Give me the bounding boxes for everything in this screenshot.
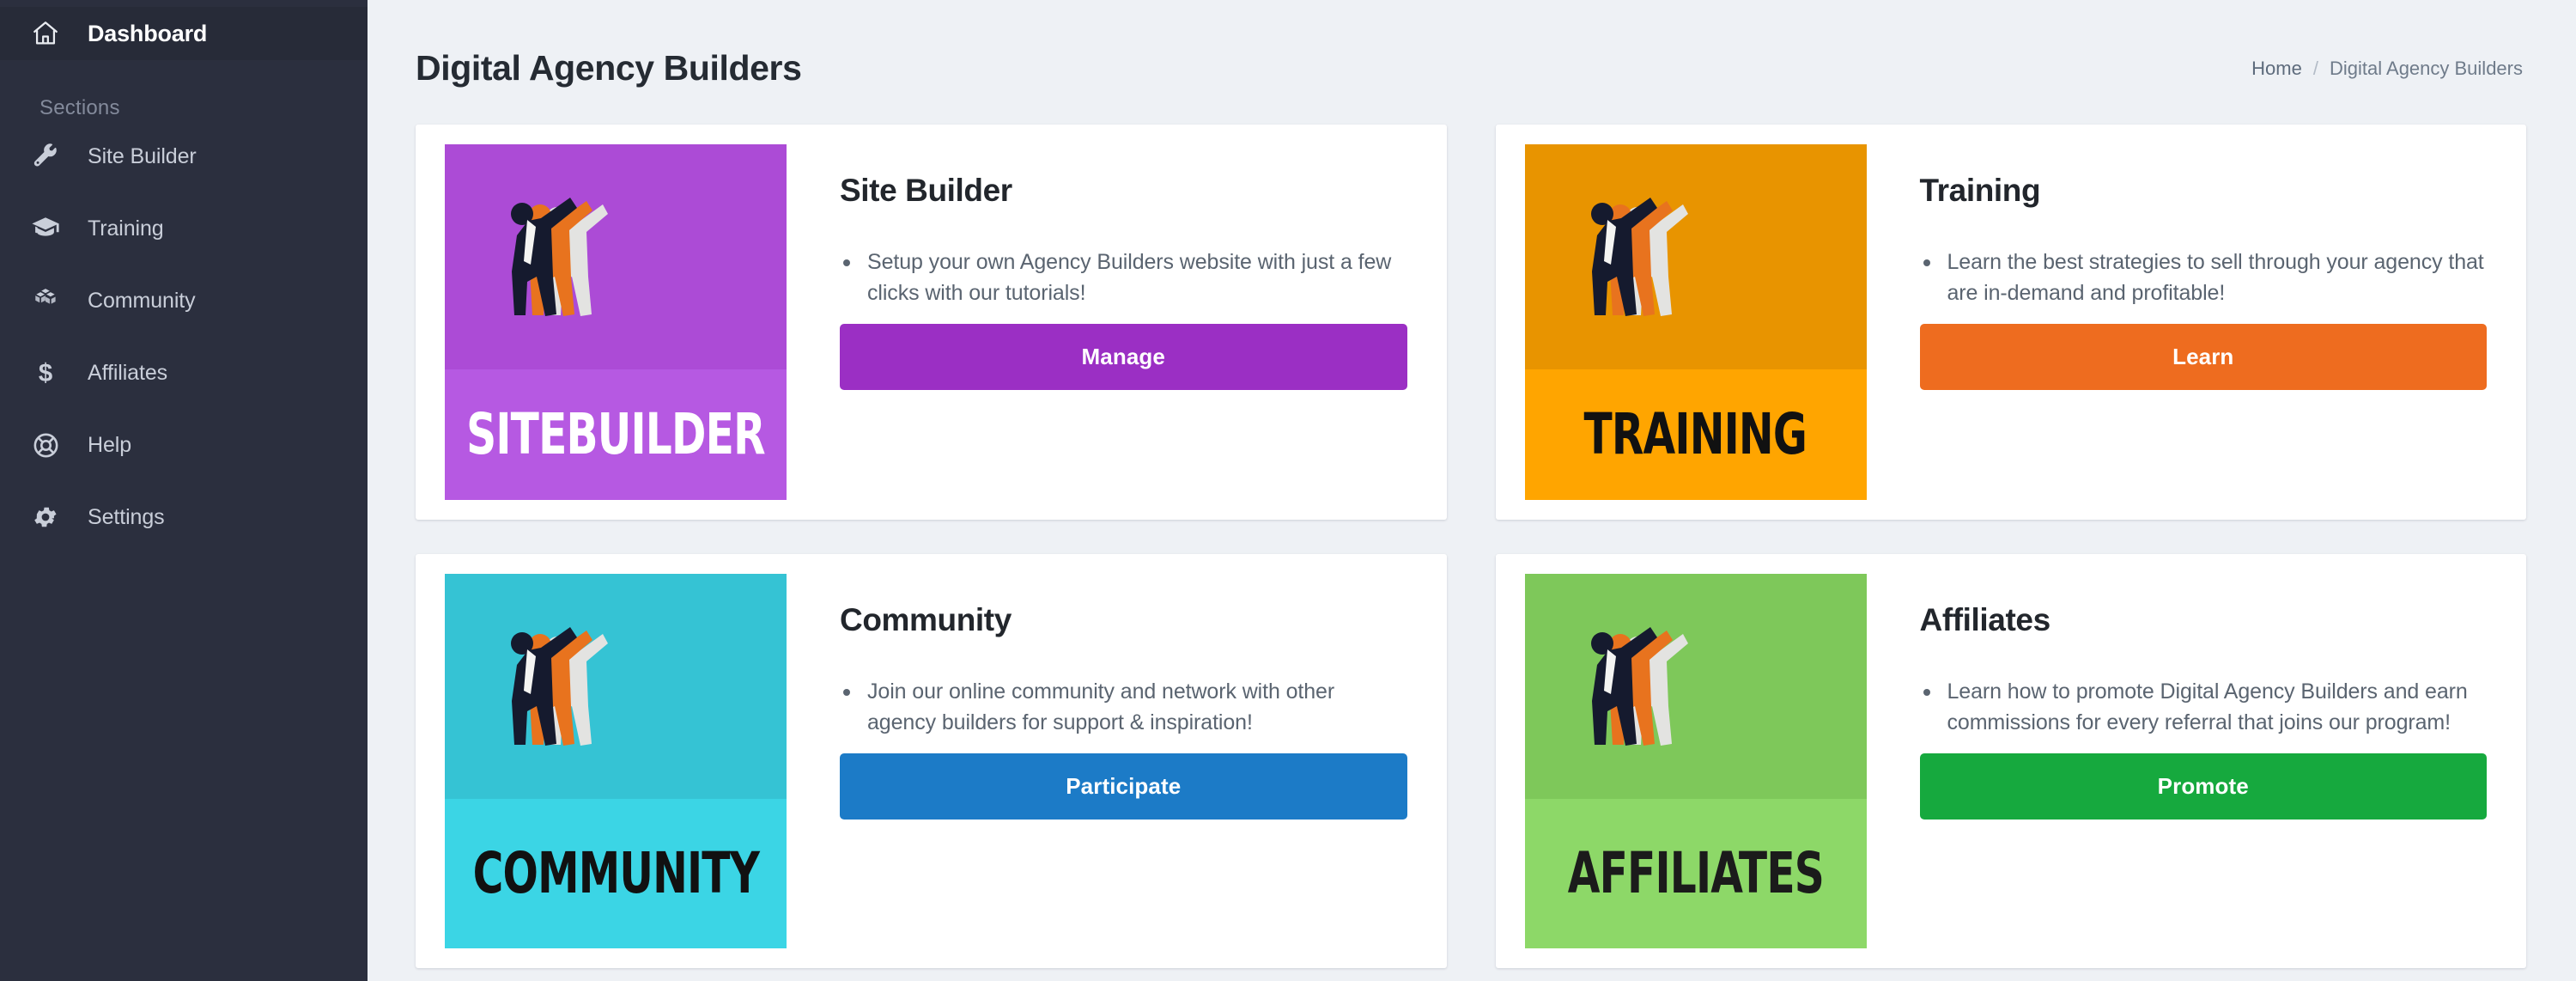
promo-image: SITEBUILDER xyxy=(445,144,787,500)
promo-image: AFFILIATES xyxy=(1524,574,1867,948)
card-bullet-list: Join our online community and network wi… xyxy=(840,676,1407,738)
sidebar-item-help-label: Help xyxy=(88,432,132,457)
card-body: Community Join our online community and … xyxy=(787,574,1447,828)
dollar-sign-icon: $ xyxy=(27,355,64,391)
card-title-affiliates: Affiliates xyxy=(1919,602,2051,637)
sidebar-item-affiliates-label: Affiliates xyxy=(88,360,168,385)
promo-image-top xyxy=(445,144,787,369)
promo-image-top xyxy=(1524,144,1867,369)
dab-logo xyxy=(1590,627,1688,746)
card-bullet-community: Join our online community and network wi… xyxy=(840,676,1407,738)
gear-icon xyxy=(27,499,64,535)
card-title-site-builder: Site Builder xyxy=(840,173,1012,208)
home-icon xyxy=(27,15,64,52)
card-bullet-training: Learn the best strategies to sell throug… xyxy=(1920,247,2488,308)
breadcrumb-home[interactable]: Home xyxy=(2251,58,2302,80)
card-bullet-site-builder: Setup your own Agency Builders website w… xyxy=(840,247,1407,308)
sidebar-item-settings-label: Settings xyxy=(88,504,165,529)
promo-image: COMMUNITY xyxy=(445,574,787,948)
card-title-training: Training xyxy=(1919,173,2041,208)
sidebar-section-title: Sections xyxy=(39,96,120,119)
promo-image-top xyxy=(445,574,787,799)
sidebar: Dashboard Sections Site Builder Training xyxy=(0,0,368,981)
dab-logo xyxy=(511,198,608,316)
sidebar-item-dashboard-label: Dashboard xyxy=(88,20,208,46)
sidebar-item-community-label: Community xyxy=(88,288,196,313)
card-bullet-list: Learn the best strategies to sell throug… xyxy=(1920,247,2488,308)
breadcrumb: Home / Digital Agency Builders xyxy=(2251,58,2523,80)
promo-image-bottom: COMMUNITY xyxy=(445,799,787,948)
sidebar-item-training-label: Training xyxy=(88,216,164,241)
page-title: Digital Agency Builders xyxy=(416,48,802,88)
promo-word-affiliates: AFFILIATES xyxy=(1567,840,1824,906)
card-bullet-affiliates: Learn how to promote Digital Agency Buil… xyxy=(1920,676,2488,738)
sidebar-item-training[interactable]: Training xyxy=(0,192,368,265)
section-card-site-builder: SITEBUILDER Site Builder Setup your own … xyxy=(416,125,1447,520)
card-bullet-list: Learn how to promote Digital Agency Buil… xyxy=(1920,676,2488,738)
life-ring-icon xyxy=(27,427,64,463)
breadcrumb-current: Digital Agency Builders xyxy=(2329,57,2523,79)
promo-image-bottom: AFFILIATES xyxy=(1524,799,1867,948)
cta-button-training[interactable]: Learn xyxy=(1919,323,2487,390)
section-card-grid: SITEBUILDER Site Builder Setup your own … xyxy=(368,125,2576,968)
section-card-training: TRAINING Training Learn the best strateg… xyxy=(1495,125,2527,520)
cta-button-community[interactable]: Participate xyxy=(840,753,1407,820)
page-header: Digital Agency Builders Home / Digital A… xyxy=(368,0,2576,125)
dab-logo xyxy=(511,627,608,746)
sidebar-item-site-builder-label: Site Builder xyxy=(88,143,197,168)
card-body: Training Learn the best strategies to se… xyxy=(1867,144,2527,399)
sidebar-item-settings[interactable]: Settings xyxy=(0,481,368,553)
section-card-affiliates: AFFILIATES Affiliates Learn how to promo… xyxy=(1495,554,2527,968)
card-bullet-list: Setup your own Agency Builders website w… xyxy=(840,247,1407,308)
card-title-community: Community xyxy=(840,602,1012,637)
promo-image-bottom: SITEBUILDER xyxy=(445,369,787,500)
breadcrumb-separator: / xyxy=(2312,57,2318,79)
sidebar-item-help[interactable]: Help xyxy=(0,409,368,481)
graduation-cap-icon xyxy=(27,210,64,247)
sidebar-item-dashboard[interactable]: Dashboard xyxy=(0,7,368,60)
dab-logo xyxy=(1590,198,1688,316)
card-body: Site Builder Setup your own Agency Build… xyxy=(787,144,1447,399)
main-content: Digital Agency Builders Home / Digital A… xyxy=(368,0,2576,981)
wrench-icon xyxy=(27,138,64,174)
cta-button-affiliates[interactable]: Promote xyxy=(1919,753,2487,820)
promo-word-training: TRAINING xyxy=(1583,401,1807,467)
promo-word-site-builder: SITEBUILDER xyxy=(466,401,765,467)
promo-image-bottom: TRAINING xyxy=(1524,369,1867,500)
sidebar-item-affiliates[interactable]: $ Affiliates xyxy=(0,337,368,409)
promo-image-top xyxy=(1524,574,1867,799)
cta-button-site-builder[interactable]: Manage xyxy=(840,323,1407,390)
cubes-icon xyxy=(27,283,64,319)
card-body: Affiliates Learn how to promote Digital … xyxy=(1867,574,2527,828)
svg-text:$: $ xyxy=(39,359,52,387)
sidebar-item-site-builder[interactable]: Site Builder xyxy=(0,120,368,192)
promo-word-community: COMMUNITY xyxy=(472,840,759,906)
promo-image: TRAINING xyxy=(1524,144,1867,500)
section-card-community: COMMUNITY Community Join our online comm… xyxy=(416,554,1447,968)
sidebar-item-community[interactable]: Community xyxy=(0,265,368,337)
